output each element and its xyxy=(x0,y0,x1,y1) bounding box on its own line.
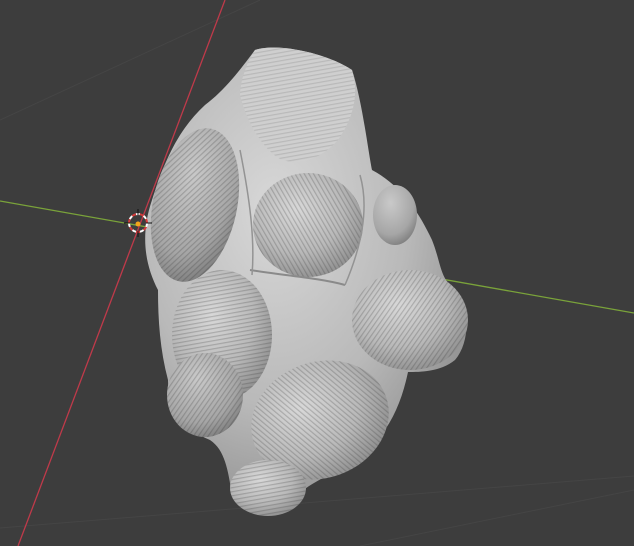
viewport-canvas[interactable] xyxy=(0,0,634,546)
sculpted-blob-mesh[interactable] xyxy=(138,47,468,516)
3d-viewport[interactable] xyxy=(0,0,634,546)
